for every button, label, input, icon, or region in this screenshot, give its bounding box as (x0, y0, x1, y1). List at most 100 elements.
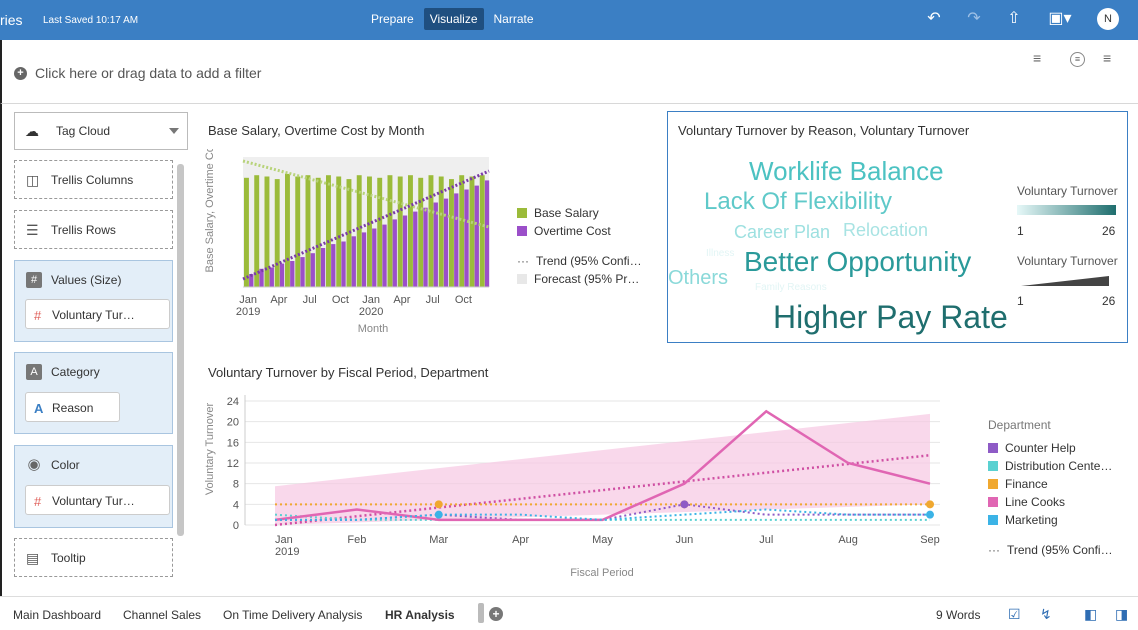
legend-trend[interactable]: ··· Trend (95% Confi… (517, 254, 642, 268)
legend-finance[interactable]: Finance (988, 477, 1048, 491)
bar-overtime-cost[interactable] (372, 228, 377, 288)
add-canvas-icon[interactable]: + (489, 607, 503, 621)
bar-overtime-cost[interactable] (454, 193, 459, 287)
legend-marketing[interactable]: Marketing (988, 513, 1058, 527)
user-avatar[interactable]: N (1097, 8, 1119, 30)
cloud-word[interactable]: Better Opportunity (744, 246, 971, 278)
save-icon[interactable]: ▣▾ (1043, 8, 1077, 30)
viz-type-dropdown[interactable]: ☁ Tag Cloud (14, 112, 188, 150)
cloud-word[interactable]: Career Plan (734, 222, 830, 243)
trellis-rows-drop[interactable]: ☰ Trellis Rows (14, 210, 173, 249)
properties-panel-icon[interactable]: ◨ (1115, 606, 1128, 623)
filter-hint[interactable]: Click here or drag data to add a filter (35, 65, 261, 81)
values-chip[interactable]: # Voluntary Tur… (25, 299, 170, 329)
tabs-scroll-handle[interactable] (478, 603, 484, 623)
filter-bar[interactable]: + Click here or drag data to add a filte… (0, 40, 1138, 104)
bar-overtime-cost[interactable] (310, 253, 315, 287)
cloud-word[interactable]: Higher Pay Rate (773, 299, 1008, 336)
cloud-word[interactable]: Lack Of Flexibility (704, 188, 892, 216)
salary-overtime-chart[interactable]: Base Salary, Overtime Cost Jan2019Apr Jul… (201, 149, 501, 344)
bar-overtime-cost[interactable] (464, 189, 469, 288)
bar-overtime-cost[interactable] (331, 244, 336, 287)
bar-overtime-cost[interactable] (269, 267, 274, 288)
bar-base-salary[interactable] (315, 177, 321, 287)
redo-icon[interactable]: ↷ (963, 8, 985, 30)
mode-narrate[interactable]: Narrate (488, 8, 540, 30)
bar-overtime-cost[interactable] (320, 248, 326, 287)
bar-overtime-cost[interactable] (413, 211, 418, 287)
trellis-columns-drop[interactable]: ◫ Trellis Columns (14, 160, 173, 199)
add-filter-icon[interactable]: + (14, 67, 27, 80)
bar-base-salary[interactable] (418, 177, 424, 287)
bar-overtime-cost[interactable] (382, 224, 387, 287)
bar-base-salary[interactable] (459, 175, 465, 287)
bar-overtime-cost[interactable] (351, 236, 356, 287)
auto-apply-icon[interactable]: ☑ (1008, 606, 1021, 623)
data-point[interactable] (434, 500, 443, 509)
bar-overtime-cost[interactable] (290, 261, 295, 287)
color-chip[interactable]: # Voluntary Tur… (25, 485, 170, 515)
bar-base-salary[interactable] (274, 179, 280, 287)
bar-overtime-cost[interactable] (423, 207, 428, 287)
tab-main-dashboard[interactable]: Main Dashboard (13, 608, 101, 622)
bar-base-salary[interactable] (449, 179, 454, 287)
bar-base-salary[interactable] (397, 176, 403, 288)
bar-base-salary[interactable] (387, 175, 393, 287)
bar-base-salary[interactable] (336, 176, 342, 288)
bar-overtime-cost[interactable] (443, 198, 449, 287)
tooltip-drop[interactable]: ▤ Tooltip (14, 538, 173, 577)
bar-overtime-cost[interactable] (341, 241, 346, 288)
bar-base-salary[interactable] (479, 175, 485, 287)
data-point[interactable] (680, 500, 689, 509)
refresh-icon[interactable]: ↯ (1040, 606, 1052, 623)
mode-visualize[interactable]: Visualize (423, 8, 484, 30)
bar-base-salary[interactable] (408, 175, 413, 287)
legend-forecast[interactable]: Forecast (95% Pr… (517, 272, 639, 286)
legend-distribution-center[interactable]: Distribution Cente… (988, 459, 1112, 473)
bar-overtime-cost[interactable] (474, 185, 479, 287)
bar-base-salary[interactable] (244, 177, 249, 287)
data-point[interactable] (926, 500, 934, 509)
bar-overtime-cost[interactable] (279, 263, 285, 287)
data-point[interactable] (434, 510, 443, 519)
properties-icon[interactable]: ≡ (1103, 50, 1111, 66)
bar-overtime-cost[interactable] (402, 215, 408, 288)
bar-base-salary[interactable] (305, 175, 311, 287)
cloud-word[interactable]: Worklife Balance (749, 156, 944, 187)
bar-overtime-cost[interactable] (392, 219, 397, 287)
bar-overtime-cost[interactable] (300, 257, 305, 287)
bar-base-salary[interactable] (295, 176, 301, 288)
bar-base-salary[interactable] (377, 177, 383, 287)
share-icon[interactable]: ⇧ (1003, 8, 1025, 30)
tag-cloud-panel[interactable]: Voluntary Turnover by Reason, Voluntary … (667, 111, 1128, 343)
bar-base-salary[interactable] (285, 173, 290, 287)
bar-base-salary[interactable] (254, 175, 260, 287)
values-size-zone[interactable]: # Values (Size) # Voluntary Tur… (14, 260, 173, 342)
legend-line-cooks[interactable]: Line Cooks (988, 495, 1065, 509)
list-icon[interactable]: ≡ (1033, 50, 1041, 66)
filter-options-icon[interactable]: ≡ (1070, 52, 1085, 67)
tab-channel-sales[interactable]: Channel Sales (123, 608, 201, 622)
data-point[interactable] (926, 510, 934, 519)
panel-toggle-icon[interactable]: ◧ (1084, 606, 1097, 623)
tab-hr-analysis[interactable]: HR Analysis (385, 608, 455, 622)
project-title[interactable]: ries (0, 12, 23, 28)
bar-base-salary[interactable] (469, 176, 475, 288)
category-chip[interactable]: A Reason (25, 392, 120, 422)
grammar-scrollbar[interactable] (177, 164, 184, 536)
undo-icon[interactable]: ↶ (923, 8, 945, 30)
legend-overtime-cost[interactable]: Overtime Cost (517, 224, 611, 238)
color-zone[interactable]: ◉ Color # Voluntary Tur… (14, 445, 173, 528)
legend-trend-2[interactable]: ··· Trend (95% Confi… (988, 543, 1113, 557)
bar-base-salary[interactable] (326, 175, 331, 287)
cloud-word[interactable]: Relocation (843, 220, 928, 241)
bar-overtime-cost[interactable] (361, 232, 367, 287)
bar-base-salary[interactable] (264, 176, 270, 288)
turnover-line-chart[interactable]: Voluntary Turnover 0 4 8 12 16 20 24 Jan2019 Feb… (201, 389, 961, 584)
bar-overtime-cost[interactable] (433, 202, 438, 288)
bar-base-salary[interactable] (428, 175, 434, 287)
cloud-word[interactable]: Family Reasons (755, 282, 827, 293)
mode-prepare[interactable]: Prepare (365, 8, 420, 30)
bar-overtime-cost[interactable] (484, 180, 490, 287)
cloud-word[interactable]: Illness (706, 248, 734, 259)
